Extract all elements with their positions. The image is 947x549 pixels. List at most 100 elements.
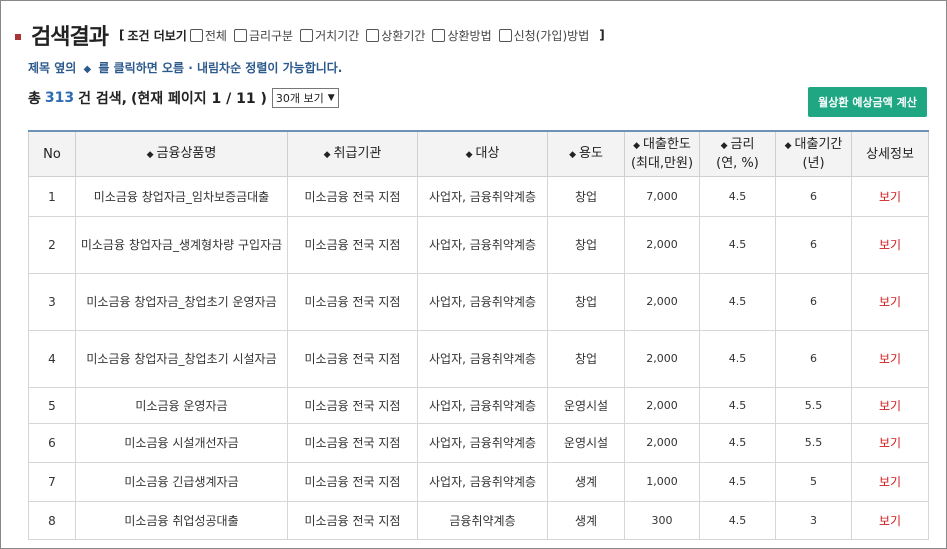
loan-limit: 2,000 (624, 216, 700, 274)
title-bullet-icon (15, 34, 21, 40)
detail-link[interactable]: 보기 (851, 330, 929, 388)
header-sublabel: (최대,만원) (630, 156, 694, 171)
sort-icon[interactable]: ◆ (633, 141, 640, 151)
loan-period: 3 (775, 501, 852, 540)
sort-diamond-icon: ◆ (83, 64, 92, 75)
filter-checkbox-all[interactable]: 전체 (189, 27, 227, 44)
filter-label: 신청(가입)방법 (513, 28, 590, 43)
sort-icon[interactable]: ◆ (721, 141, 728, 151)
col-loan-period-header[interactable]: ◆ 대출기간 (년) (775, 130, 852, 177)
use: 운영시설 (547, 423, 625, 463)
target: 사업자, 금융취약계층 (417, 462, 548, 502)
filter-checkbox-repay-period[interactable]: 상환기간 (366, 27, 425, 44)
target: 금융취약계층 (417, 501, 548, 540)
chevron-down-icon: ▼ (327, 93, 335, 103)
use: 창업 (547, 216, 625, 274)
checkbox-icon[interactable] (366, 28, 380, 42)
loan-limit: 7,000 (624, 176, 700, 217)
interest-rate: 4.5 (699, 216, 776, 274)
interest-rate: 4.5 (699, 387, 776, 424)
table-body: 1 미소금융 창업자금_임차보증금대출 미소금융 전국 지점 사업자, 금융취약계층 창… (28, 176, 929, 540)
agency: 미소금융 전국 지점 (287, 330, 418, 388)
agency: 미소금융 전국 지점 (287, 462, 418, 502)
row-number: 2 (28, 216, 76, 274)
sort-icon[interactable]: ◆ (569, 150, 576, 160)
col-use-header[interactable]: ◆ 용도 (547, 130, 625, 177)
page-title: 검색결과 (31, 25, 109, 50)
detail-link[interactable]: 보기 (851, 216, 929, 274)
detail-link[interactable]: 보기 (851, 387, 929, 424)
filter-checkbox-grace-period[interactable]: 거치기간 (300, 27, 359, 44)
filter-checkbox-apply-method[interactable]: 신청(가입)방법 (498, 27, 590, 44)
col-agency-header[interactable]: ◆ 취급기관 (287, 130, 418, 177)
row-number: 4 (28, 330, 76, 388)
result-summary: 총 313 건 검색, (현재 페이지 1 / 11 ) 30개 보기 ▼ (28, 88, 339, 108)
sort-icon[interactable]: ◆ (785, 141, 792, 151)
loan-period: 6 (775, 330, 852, 388)
detail-link[interactable]: 보기 (851, 423, 929, 463)
summary-suffix: 건 검색, (78, 91, 127, 107)
filter-checkbox-repay-method[interactable]: 상환방법 (432, 27, 492, 44)
monthly-repayment-calc-button[interactable]: 월상환 예상금액 계산 (808, 87, 927, 117)
detail-link[interactable]: 보기 (851, 176, 929, 217)
per-page-value: 30개 보기 (275, 92, 324, 105)
use: 창업 (547, 330, 625, 388)
header-label-line: ◆ 금리 (702, 136, 773, 155)
close-bracket: ] (599, 28, 605, 42)
sort-icon[interactable]: ◆ (324, 150, 331, 160)
sort-icon[interactable]: ◆ (466, 150, 473, 160)
table-row: 2 미소금융 창업자금_생계형차량 구입자금 미소금융 전국 지점 사업자, 금융취약… (28, 216, 929, 274)
interest-rate: 4.5 (699, 176, 776, 217)
product-name: 미소금융 취업성공대출 (75, 501, 288, 540)
loan-period: 5.5 (775, 423, 852, 463)
loan-limit: 2,000 (624, 423, 700, 463)
detail-link[interactable]: 보기 (851, 273, 929, 331)
result-count: 313 (44, 90, 75, 106)
sort-hint: 제목 옆의 ◆ 를 클릭하면 오름 · 내림차순 정렬이 가능합니다. (28, 59, 342, 76)
filter-label: 전체 (204, 28, 227, 43)
col-interest-rate-header[interactable]: ◆ 금리 (연, %) (699, 130, 776, 177)
detail-link[interactable]: 보기 (851, 462, 929, 502)
per-page-select[interactable]: 30개 보기 ▼ (271, 88, 339, 108)
header-label-line: ◆ 취급기관 (290, 145, 415, 164)
checkbox-icon[interactable] (432, 28, 446, 42)
target: 사업자, 금융취약계층 (417, 330, 548, 388)
row-number: 7 (28, 462, 76, 502)
agency: 미소금융 전국 지점 (287, 423, 418, 463)
interest-rate: 4.5 (699, 423, 776, 463)
use: 창업 (547, 273, 625, 331)
loan-limit: 300 (624, 501, 700, 540)
col-no-header: No (28, 130, 76, 177)
agency: 미소금융 전국 지점 (287, 387, 418, 424)
col-product-name-header[interactable]: ◆ 금융상품명 (75, 130, 288, 177)
header-label-line: ◆ 대출한도 (627, 136, 697, 155)
filter-label: 거치기간 (315, 28, 360, 43)
product-name: 미소금융 운영자금 (75, 387, 288, 424)
use: 생계 (547, 501, 625, 540)
loan-limit: 2,000 (624, 330, 700, 388)
filter-label: 금리구분 (248, 28, 294, 43)
use: 운영시설 (547, 387, 625, 424)
row-number: 8 (28, 501, 76, 540)
checkbox-icon[interactable] (498, 28, 512, 42)
col-target-header[interactable]: ◆ 대상 (417, 130, 548, 177)
header-label: 대출한도 (643, 137, 691, 152)
sort-icon[interactable]: ◆ (147, 150, 154, 160)
checkbox-icon[interactable] (233, 28, 247, 42)
product-name: 미소금융 창업자금_생계형차량 구입자금 (75, 216, 288, 274)
loan-period: 6 (775, 216, 852, 274)
filter-checkbox-rate-type[interactable]: 금리구분 (233, 27, 294, 44)
use: 창업 (547, 176, 625, 217)
header-label: 대출기간 (794, 137, 843, 152)
interest-rate: 4.5 (699, 501, 776, 540)
row-number: 1 (28, 176, 76, 217)
hint-text-before: 제목 옆의 (28, 61, 77, 75)
checkbox-icon[interactable] (189, 28, 203, 42)
product-name: 미소금융 긴급생계자금 (75, 462, 288, 502)
detail-link[interactable]: 보기 (851, 501, 929, 540)
col-loan-limit-header[interactable]: ◆ 대출한도 (최대,만원) (624, 130, 700, 177)
header-label-line: 상세정보 (854, 146, 926, 163)
row-number: 3 (28, 273, 76, 331)
condition-more-label: 조건 더보기 (127, 28, 187, 43)
checkbox-icon[interactable] (300, 28, 314, 42)
